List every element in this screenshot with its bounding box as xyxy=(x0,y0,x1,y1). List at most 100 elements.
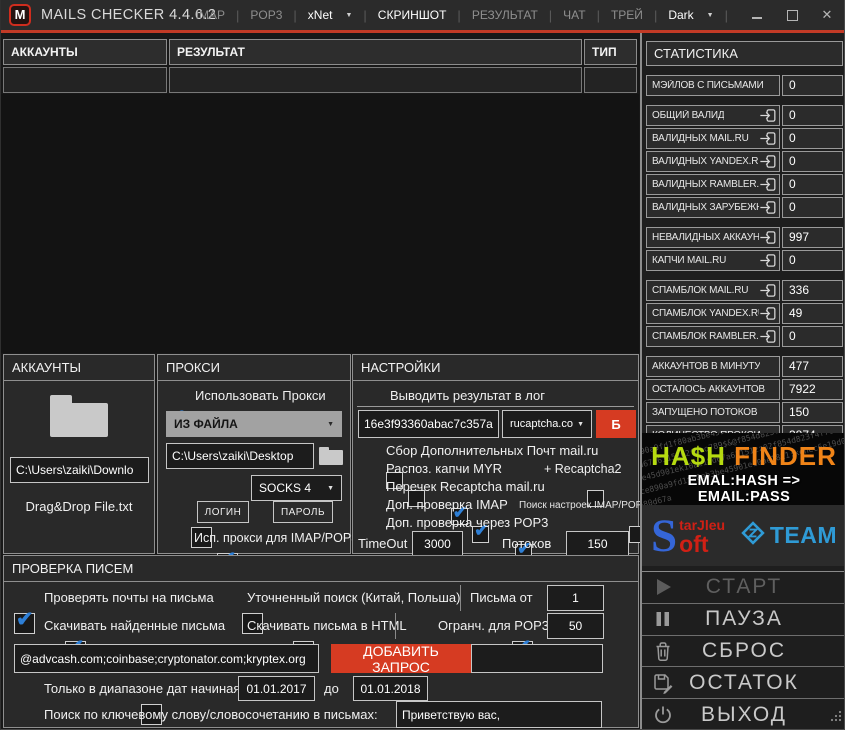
table-cell xyxy=(3,67,167,93)
titlebar: M MAILS CHECKER 4.4.6.2 IMAP | POP3 | xN… xyxy=(1,0,844,30)
dragdrop-hint: Drag&Drop File.txt xyxy=(4,499,154,514)
export-icon[interactable] xyxy=(759,253,777,268)
stat-row: ОБЩИЙ ВАЛИД 0 xyxy=(646,105,843,126)
resize-grip[interactable] xyxy=(829,709,842,727)
date-to-input[interactable] xyxy=(353,676,428,701)
pause-button-label: ПАУЗА xyxy=(705,607,783,631)
stat-row: ЗАПУЩЕНО ПОТОКОВ 150 xyxy=(646,402,843,423)
export-icon[interactable] xyxy=(759,108,777,123)
stat-label: СПАМБЛОК MAIL.RU xyxy=(652,285,748,296)
recaptcha-mailru-label: Перечек Recaptcha mail.ru xyxy=(386,479,545,494)
remainder-button-label: ОСТАТОК xyxy=(689,671,799,695)
table-cell xyxy=(169,67,582,93)
tab-xnet-label: xNet xyxy=(308,8,333,22)
stat-label: ВАЛИДНЫХ RAMBLER.RU xyxy=(652,179,759,190)
reset-button[interactable]: СБРОС xyxy=(642,635,845,667)
tab-xnet[interactable]: xNet▼ xyxy=(308,8,353,22)
proxy-password-button[interactable]: ПАРОЛЬ xyxy=(273,501,333,523)
captcha-balance-button[interactable]: Б xyxy=(596,410,636,438)
save-icon xyxy=(652,672,674,694)
stat-label: АККАУНТОВ В МИНУТУ xyxy=(652,361,760,372)
tab-result[interactable]: РЕЗУЛЬТАТ xyxy=(472,8,538,22)
tab-tray[interactable]: ТРЕЙ xyxy=(611,8,643,22)
export-icon[interactable] xyxy=(759,154,777,169)
browse-folder-button[interactable] xyxy=(318,445,344,472)
stat-label: СПАМБЛОК RAMBLER.RU xyxy=(652,331,759,342)
refined-search-label: Уточненный поиск (Китай, Польша) xyxy=(247,590,460,605)
theme-select[interactable]: Dark▼ xyxy=(668,8,713,22)
tab-separator: | xyxy=(654,8,657,23)
date-to-label: до xyxy=(324,681,339,696)
proxy-imap-pop3-label: Исп. прокси для IMAP/POP3 xyxy=(194,531,358,545)
column-header-accounts[interactable]: АККАУНТЫ xyxy=(3,39,167,65)
export-icon[interactable] xyxy=(759,177,777,192)
letters-from-input[interactable] xyxy=(547,585,604,611)
proxy-login-button[interactable]: ЛОГИН xyxy=(197,501,249,523)
use-proxy-label: Использовать Прокси xyxy=(195,388,326,403)
close-button[interactable]: ✕ xyxy=(820,8,834,22)
tab-imap-label: IMAP xyxy=(196,8,225,22)
log-output-label: Выводить результат в лог xyxy=(390,388,545,403)
captcha-service-select[interactable]: rucaptcha.co ▼ xyxy=(502,410,592,438)
stat-value: 0 xyxy=(782,174,843,195)
tab-imap[interactable]: IMAP xyxy=(196,8,225,22)
pause-button[interactable]: ПАУЗА xyxy=(642,603,845,635)
column-header-type[interactable]: ТИП xyxy=(584,39,637,65)
search-query-input[interactable] xyxy=(14,644,319,673)
accounts-panel-title: АККАУНТЫ xyxy=(4,355,154,381)
tab-screenshot[interactable]: СКРИНШОТ xyxy=(378,8,447,22)
stat-row: ОСТАЛОСЬ АККАУНТОВ 7922 xyxy=(646,379,843,400)
export-icon[interactable] xyxy=(759,329,777,344)
minimize-button[interactable] xyxy=(750,8,764,22)
stat-row: ВАЛИДНЫХ MAIL.RU 0 xyxy=(646,128,843,149)
maximize-button[interactable] xyxy=(785,8,799,22)
add-query-button[interactable]: ДОБАВИТЬ ЗАПРОС xyxy=(331,644,471,673)
query-extra-box[interactable] xyxy=(471,644,603,673)
stat-label: ВАЛИДНЫХ ЗАРУБЕЖНЫХ xyxy=(652,202,759,213)
export-icon[interactable] xyxy=(759,131,777,146)
folder-icon[interactable] xyxy=(48,391,110,446)
stat-value: 0 xyxy=(782,105,843,126)
export-icon[interactable] xyxy=(759,230,777,245)
keyword-input[interactable] xyxy=(396,701,602,728)
stat-value: 0 xyxy=(782,128,843,149)
stat-value: 0 xyxy=(782,250,843,271)
captcha-key-input[interactable] xyxy=(358,410,499,438)
tab-pop3[interactable]: POP3 xyxy=(250,8,282,22)
accounts-panel: АККАУНТЫ Drag&Drop File.txt xyxy=(3,354,155,554)
date-from-input[interactable] xyxy=(238,676,315,701)
trash-icon xyxy=(652,640,674,662)
export-icon[interactable] xyxy=(759,283,777,298)
keyword-search-label: Поиск по ключевому слову/словосочетанию … xyxy=(44,707,378,722)
play-icon xyxy=(652,576,674,598)
timeout-input[interactable] xyxy=(412,531,463,556)
tab-pop3-label: POP3 xyxy=(250,8,282,22)
tab-separator: | xyxy=(725,8,728,23)
stat-row: КАПЧИ MAIL.RU 0 xyxy=(646,250,843,271)
check-letters-checkbox[interactable] xyxy=(14,613,35,634)
stat-row: СПАМБЛОК YANDEX.RU 49 xyxy=(646,303,843,324)
proxy-file-path-input[interactable] xyxy=(166,443,314,469)
export-icon[interactable] xyxy=(759,306,777,321)
proxy-source-select[interactable]: ИЗ ФАЙЛА ▼ xyxy=(166,411,342,437)
proxy-type-select[interactable]: SOCKS 4 ▼ xyxy=(251,475,342,501)
column-header-result[interactable]: РЕЗУЛЬТАТ xyxy=(169,39,582,65)
tab-separator: | xyxy=(293,8,296,23)
divider xyxy=(460,585,461,611)
chevron-down-icon: ▼ xyxy=(577,421,584,428)
export-icon[interactable] xyxy=(759,200,777,215)
accounts-file-path-input[interactable] xyxy=(10,457,149,483)
tab-chat[interactable]: ЧАТ xyxy=(563,8,585,22)
stat-value: 49 xyxy=(782,303,843,324)
close-icon: ✕ xyxy=(822,7,833,23)
app-window: M MAILS CHECKER 4.4.6.2 IMAP | POP3 | xN… xyxy=(0,0,845,730)
hash-finder-banner[interactable]: dce890a9fd1f80ab3be45901e10ae1811:konec6… xyxy=(642,433,845,505)
banner-title-green: HA$H xyxy=(651,441,726,471)
exit-button[interactable]: ВЫХОД xyxy=(642,698,845,730)
threads-input[interactable] xyxy=(566,531,629,556)
start-button[interactable]: СТАРТ xyxy=(642,572,845,603)
tab-separator: | xyxy=(363,8,366,23)
pop3-limit-input[interactable] xyxy=(547,613,604,639)
remainder-button[interactable]: ОСТАТОК xyxy=(642,666,845,698)
stat-value: 0 xyxy=(782,151,843,172)
